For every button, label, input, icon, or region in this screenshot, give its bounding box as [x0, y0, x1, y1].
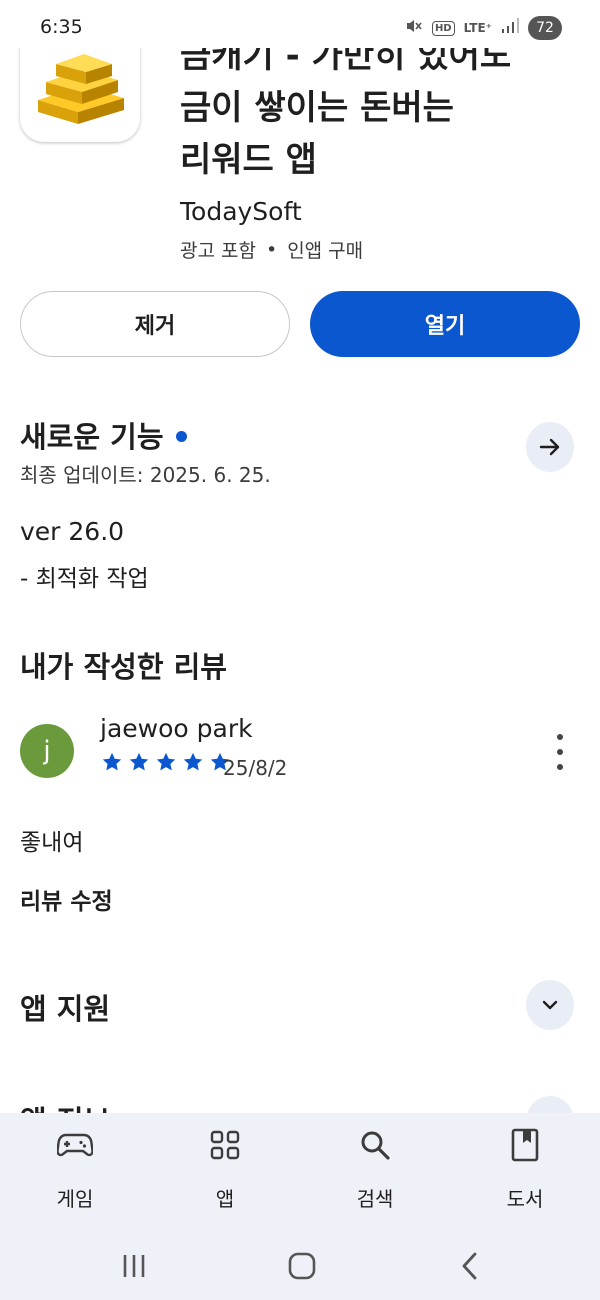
- arrow-right-icon: [539, 438, 560, 456]
- more-options-icon[interactable]: [550, 734, 570, 770]
- status-time: 6:35: [40, 16, 83, 38]
- network-type: LTE⁺: [463, 21, 492, 35]
- whats-new-title: 새로운 기능: [20, 420, 164, 454]
- status-bar: 6:35 HD LTE⁺ 72: [0, 0, 600, 48]
- book-icon: [505, 1125, 545, 1165]
- app-title: 금캐기 - 가만히 있어도 금이 쌓이는 돈버는 리워드 앱: [180, 30, 580, 186]
- system-navigation-bar: [0, 1228, 600, 1300]
- my-review-title: 내가 작성한 리뷰: [20, 650, 227, 684]
- search-icon: [355, 1125, 395, 1165]
- open-button[interactable]: 열기: [310, 291, 580, 357]
- star-icon: [156, 752, 176, 771]
- ads-label: 광고 포함: [180, 240, 256, 262]
- app-support-title[interactable]: 앱 지원: [20, 986, 110, 1028]
- nav-label-apps: 앱: [215, 1187, 235, 1211]
- developer-link[interactable]: TodaySoft: [180, 197, 302, 226]
- rating-stars: [100, 751, 232, 773]
- uninstall-button[interactable]: 제거: [20, 291, 290, 357]
- hd-voice-icon: HD: [431, 20, 455, 36]
- nav-item-apps[interactable]: 앱: [175, 1125, 275, 1212]
- reviewer-name: jaewoo park: [100, 714, 253, 743]
- meta-separator: •: [265, 238, 278, 261]
- mute-icon: [405, 17, 423, 39]
- apps-grid-icon: [205, 1125, 245, 1165]
- update-note: - 최적화 작업: [20, 566, 149, 592]
- whats-new-arrow-button[interactable]: [526, 422, 574, 472]
- star-icon: [129, 752, 149, 771]
- battery-indicator: 72: [528, 16, 562, 40]
- home-icon[interactable]: [282, 1246, 322, 1286]
- status-icons: HD LTE⁺ 72: [405, 15, 562, 41]
- nav-label-search: 검색: [356, 1187, 394, 1211]
- app-title-line: 금이 쌓이는 돈버는: [180, 88, 454, 128]
- new-indicator-dot: [175, 430, 187, 442]
- review-date: 25/8/2: [223, 756, 288, 780]
- nav-item-books[interactable]: 도서: [475, 1125, 575, 1212]
- back-icon[interactable]: [450, 1246, 490, 1286]
- gamepad-icon: [55, 1125, 95, 1165]
- bottom-navigation: 게임 앱 검색 도서: [0, 1113, 600, 1300]
- chevron-down-icon: [542, 1000, 558, 1010]
- app-title-line: 리워드 앱: [180, 140, 317, 180]
- version-text: ver 26.0: [20, 517, 125, 546]
- nav-item-search[interactable]: 검색: [325, 1125, 425, 1212]
- recent-apps-icon[interactable]: [114, 1246, 154, 1286]
- avatar: j: [20, 724, 74, 778]
- last-updated: 최종 업데이트: 2025. 6. 25.: [20, 463, 271, 487]
- star-icon: [102, 752, 122, 771]
- star-icon: [183, 752, 203, 771]
- nav-item-games[interactable]: 게임: [25, 1125, 125, 1212]
- nav-label-games: 게임: [56, 1187, 94, 1211]
- review-text: 좋내여: [20, 830, 84, 856]
- signal-icon: [501, 18, 519, 38]
- whats-new-section[interactable]: 새로운 기능: [20, 414, 187, 456]
- iap-label: 인앱 구매: [287, 240, 364, 262]
- edit-review-link[interactable]: 리뷰 수정: [20, 882, 113, 916]
- app-support-expand-button[interactable]: [526, 980, 574, 1030]
- app-meta: 광고 포함 • 인앱 구매: [180, 236, 363, 263]
- nav-label-books: 도서: [506, 1187, 544, 1211]
